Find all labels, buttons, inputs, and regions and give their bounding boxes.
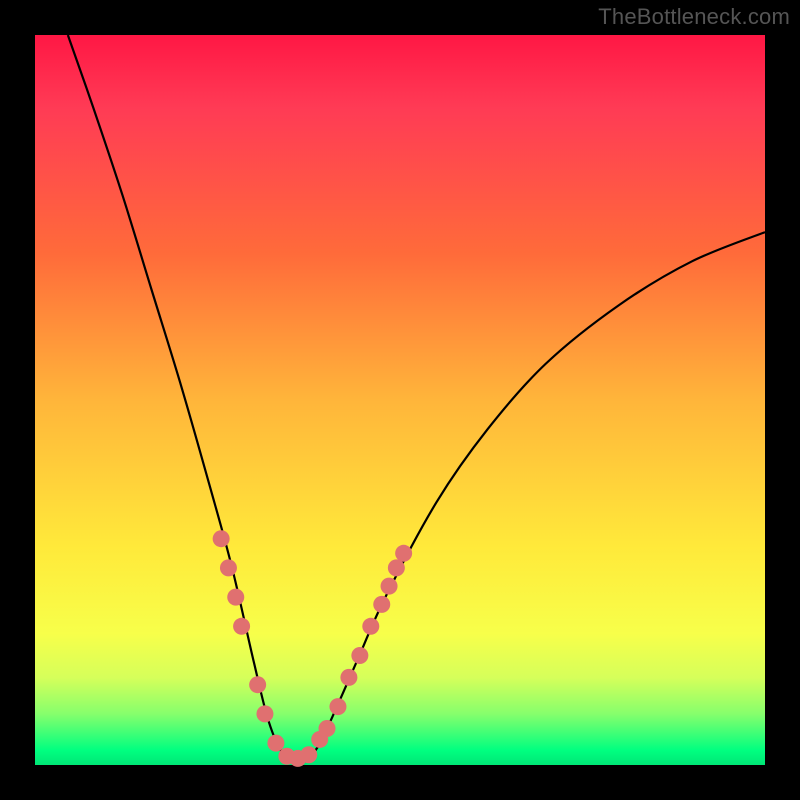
marker-dot	[220, 559, 237, 576]
marker-dot	[362, 618, 379, 635]
marker-dot	[227, 589, 244, 606]
bottleneck-curve	[68, 35, 765, 759]
plot-area	[35, 35, 765, 765]
curve-layer	[35, 35, 765, 765]
marker-dot	[373, 596, 390, 613]
marker-dot	[319, 720, 336, 737]
marker-dot	[256, 705, 273, 722]
watermark-text: TheBottleneck.com	[598, 4, 790, 30]
marker-dot	[340, 669, 357, 686]
marker-dot	[351, 647, 368, 664]
marker-dot	[381, 578, 398, 595]
marker-dot	[395, 545, 412, 562]
marker-group	[213, 530, 413, 767]
marker-dot	[388, 559, 405, 576]
marker-dot	[233, 618, 250, 635]
outer-frame: TheBottleneck.com	[0, 0, 800, 800]
marker-dot	[329, 698, 346, 715]
marker-dot	[300, 746, 317, 763]
marker-dot	[213, 530, 230, 547]
marker-dot	[249, 676, 266, 693]
marker-dot	[267, 735, 284, 752]
